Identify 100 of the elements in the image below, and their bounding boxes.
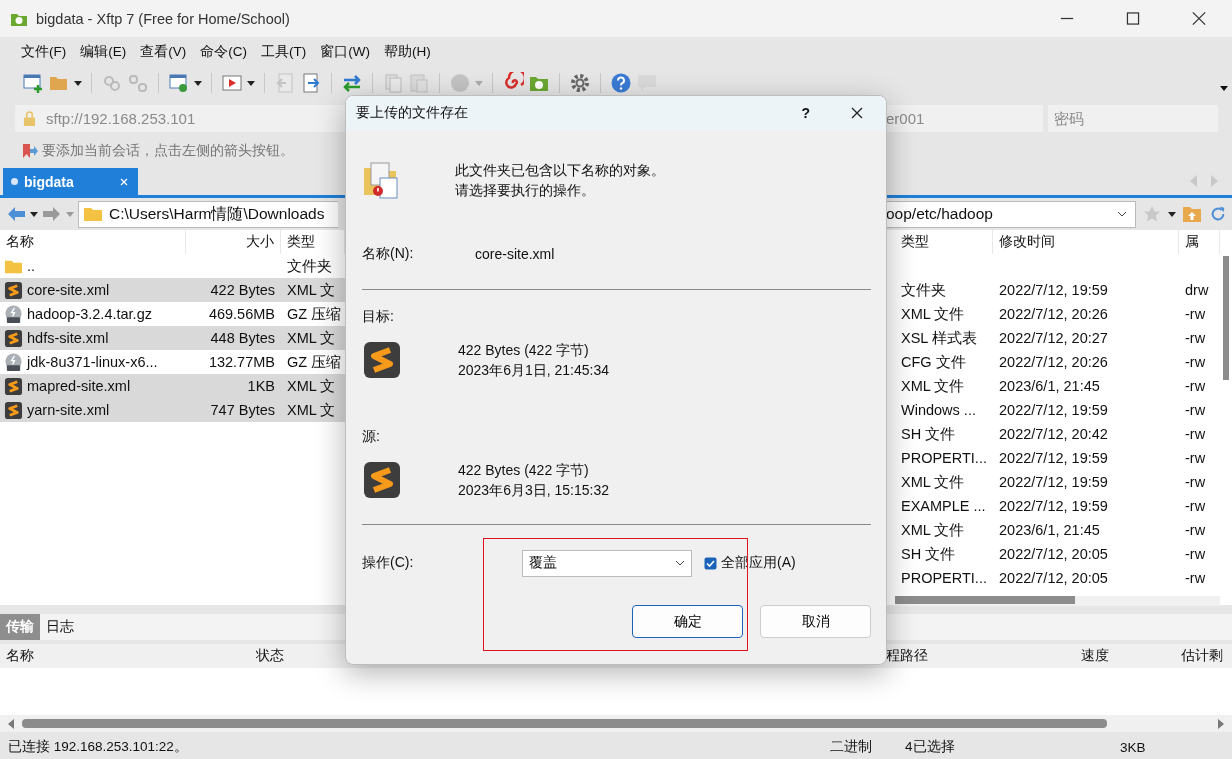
file-name: jdk-8u371-linux-x6... — [27, 354, 158, 370]
play-icon[interactable] — [221, 72, 243, 94]
file-type: PROPERTI... — [901, 450, 987, 466]
file-type: GZ 压缩 — [287, 305, 342, 322]
swap-arrows-icon[interactable] — [341, 72, 363, 94]
file-size: 132.77MB — [208, 354, 275, 370]
file-type: Windows ... — [901, 402, 976, 418]
file-row[interactable]: hdfs-site.xml 448 Bytes XML 文 — [0, 326, 345, 350]
dialog-button[interactable]: 取消 — [760, 605, 871, 638]
scroll-right-icon[interactable] — [1218, 718, 1224, 729]
file-name: hdfs-site.xml — [27, 330, 109, 346]
caret-icon[interactable] — [1168, 211, 1176, 217]
help-button[interactable]: ? — [801, 105, 810, 121]
file-permissions: -rw — [1185, 474, 1206, 490]
send-right-icon[interactable] — [300, 72, 322, 94]
menu-item[interactable]: 文件(F) — [14, 42, 74, 61]
settings-icon[interactable] — [569, 72, 591, 94]
modified-time: 2022/7/12, 20:05 — [999, 546, 1108, 562]
action-dropdown[interactable]: 覆盖 — [522, 549, 692, 577]
file-row[interactable]: core-site.xml 422 Bytes XML 文 — [0, 278, 345, 302]
modified-time: 2023/6/1, 21:45 — [999, 378, 1100, 394]
dialog-button[interactable]: 确定 — [632, 605, 743, 638]
scrollbar-thumb[interactable] — [1223, 256, 1229, 380]
file-icon — [4, 280, 23, 300]
selection-count: 4已选择 — [905, 738, 956, 756]
paste-icon[interactable] — [408, 72, 430, 94]
column-header[interactable]: 速度 — [1075, 647, 1175, 665]
file-icon — [362, 460, 402, 500]
modified-time: 2023/6/1, 21:45 — [999, 522, 1100, 538]
column-header[interactable]: 估计剩 — [1175, 647, 1232, 665]
file-size: 1KB — [247, 378, 275, 394]
caret-icon[interactable] — [1220, 86, 1228, 91]
file-permissions: -rw — [1185, 378, 1206, 394]
modified-time: 2022/7/12, 19:59 — [999, 402, 1108, 418]
file-permissions: -rw — [1185, 354, 1206, 370]
file-type: EXAMPLE ... — [901, 498, 986, 514]
selection-size: 3KB — [1120, 739, 1147, 755]
file-row[interactable]: yarn-site.xml 747 Bytes XML 文 — [0, 398, 345, 422]
file-type: 文件夹 — [901, 281, 946, 298]
modified-time: 2022/7/12, 19:59 — [999, 282, 1108, 298]
caret-icon[interactable] — [30, 211, 38, 217]
status-dot-icon — [11, 178, 18, 185]
menu-item[interactable]: 命令(C) — [193, 42, 254, 61]
file-row[interactable]: hadoop-3.2.4.tar.gz 469.56MB GZ 压缩 — [0, 302, 345, 326]
password-field[interactable]: 密码 — [1048, 104, 1218, 132]
local-path-field[interactable]: C:\Users\Harm情随\Downloads — [78, 200, 338, 228]
file-type: XML 文 — [287, 377, 336, 394]
column-header[interactable]: 名称 — [0, 230, 186, 254]
modified-time: 2022/7/12, 19:59 — [999, 498, 1108, 514]
window-gear-icon[interactable] — [168, 72, 190, 94]
column-header[interactable]: 修改时间 — [993, 230, 1179, 254]
file-size: 469.56MB — [208, 306, 275, 322]
circle-icon[interactable] — [449, 72, 471, 94]
session-tab[interactable]: bigdata — [3, 168, 138, 195]
window-title: bigdata - Xftp 7 (Free for Home/School) — [36, 10, 290, 27]
file-type: GZ 压缩 — [287, 353, 342, 370]
field-label: 名称(N): — [362, 245, 415, 263]
file-row[interactable]: mapred-site.xml 1KB XML 文 — [0, 374, 345, 398]
scrollbar-thumb[interactable] — [22, 719, 1107, 728]
file-name: core-site.xml — [27, 282, 110, 298]
menu-item[interactable]: 窗口(W) — [313, 42, 377, 61]
caret-icon[interactable] — [194, 80, 202, 86]
file-date: 2023年6月1日, 21:45:34 — [458, 361, 609, 380]
file-name: .. — [27, 258, 36, 274]
file-permissions: -rw — [1185, 546, 1206, 562]
column-header[interactable]: 名称 — [0, 647, 250, 665]
file-permissions: -rw — [1185, 450, 1206, 466]
checkbox[interactable] — [704, 556, 717, 570]
file-name: yarn-site.xml — [27, 402, 110, 418]
scroll-left-icon[interactable] — [8, 718, 14, 729]
dialog-title: 要上传的文件存在 — [356, 104, 469, 122]
file-permissions: -rw — [1185, 330, 1206, 346]
file-type: XML 文件 — [901, 377, 965, 394]
file-icon — [4, 400, 23, 420]
folder-up-icon[interactable] — [1182, 205, 1202, 223]
scrollbar-thumb[interactable] — [895, 596, 1075, 604]
unlink-icon[interactable] — [127, 72, 149, 94]
column-header[interactable]: 大小 — [186, 230, 281, 254]
section-label: 目标: — [362, 308, 394, 324]
file-row[interactable]: jdk-8u371-linux-x6... 132.77MB GZ 压缩 — [0, 350, 345, 374]
connection-status: 已连接 192.168.253.101:22。 — [8, 738, 189, 756]
file-type: XML 文 — [287, 281, 336, 298]
file-icon — [4, 328, 23, 348]
transfer-mode: 二进制 — [830, 738, 873, 756]
caret-icon[interactable] — [247, 80, 255, 86]
new-session-icon[interactable] — [22, 72, 44, 94]
column-header[interactable]: 类型 — [895, 230, 993, 254]
file-row[interactable]: .. 文件夹 — [0, 254, 345, 278]
menu-item[interactable]: 查看(V) — [133, 42, 194, 61]
panel-tab[interactable]: 日志 — [40, 614, 80, 640]
archive-icon — [4, 304, 23, 324]
close-icon[interactable] — [119, 177, 128, 186]
star-icon[interactable] — [1142, 205, 1162, 223]
help-icon[interactable] — [610, 72, 632, 94]
caret-icon[interactable] — [74, 80, 82, 86]
modified-time: 2022/7/12, 20:26 — [999, 306, 1108, 322]
menu-item[interactable]: 帮助(H) — [377, 42, 438, 61]
menu-item[interactable]: 编辑(E) — [73, 42, 134, 61]
menu-item[interactable]: 工具(T) — [254, 42, 314, 61]
copy-icon[interactable] — [382, 72, 404, 94]
